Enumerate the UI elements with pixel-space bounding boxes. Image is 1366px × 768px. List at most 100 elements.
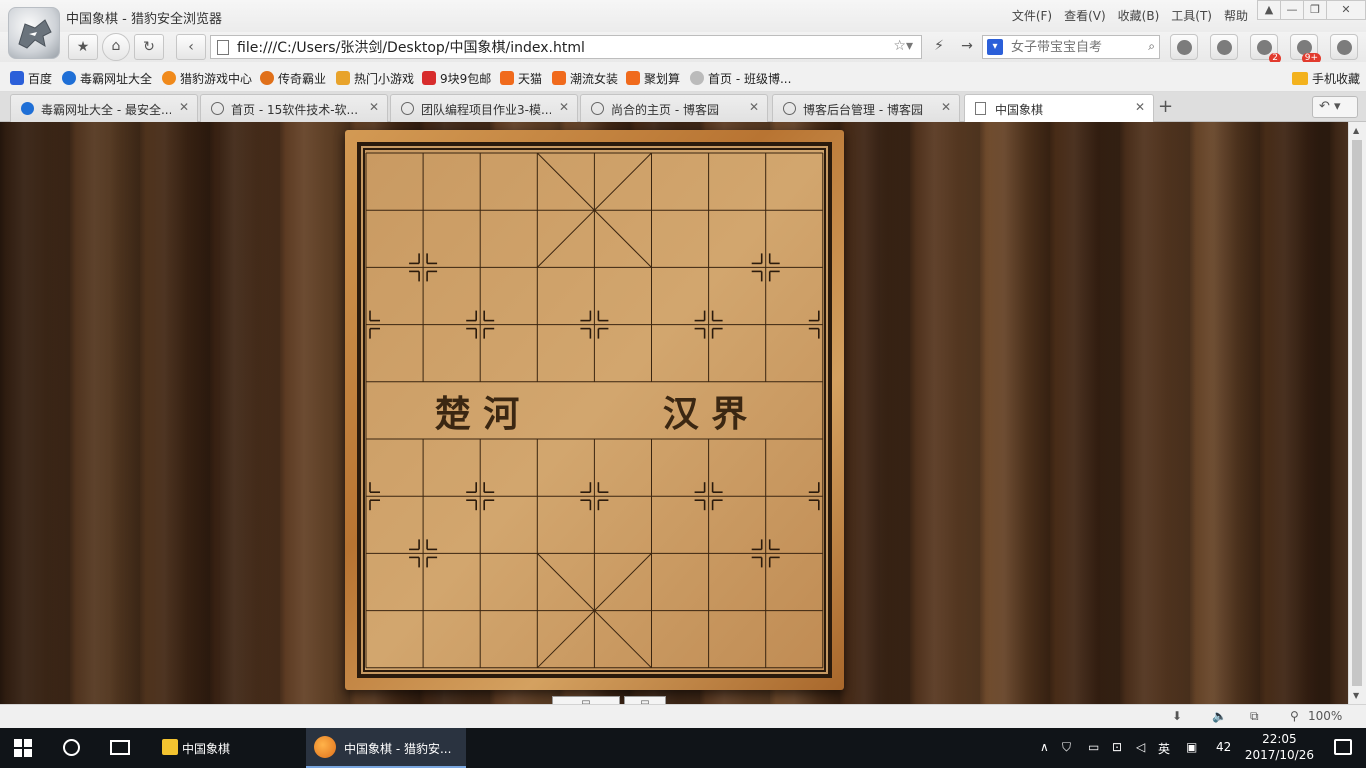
scroll-up-icon[interactable]: ▲ (1353, 126, 1359, 135)
minimize-button[interactable]: — (1280, 0, 1304, 20)
scroll-thumb[interactable] (1352, 140, 1362, 686)
close-window-button[interactable]: ✕ (1326, 0, 1366, 20)
game-icon[interactable]: 9+ (1290, 34, 1321, 64)
forward-icon[interactable]: → (952, 34, 982, 60)
tab-software[interactable]: 首页 - 15软件技术-软... ✕ (200, 94, 388, 122)
bookmark-item[interactable]: 聚划算 (626, 70, 680, 87)
menu-icon[interactable] (1330, 34, 1358, 60)
zoom-level[interactable]: 100% (1308, 709, 1342, 723)
bookmark-item[interactable]: 传奇霸业 (260, 70, 326, 87)
url-input[interactable] (237, 38, 877, 56)
tab-blog-admin[interactable]: 博客后台管理 - 博客园 ✕ (772, 94, 960, 122)
search-input[interactable] (1011, 38, 1135, 56)
battery-icon[interactable]: ▭ (1088, 740, 1099, 754)
close-tab-icon[interactable]: ✕ (1135, 100, 1145, 114)
bookmark-item[interactable]: 毒霸网址大全 (62, 70, 152, 87)
bookmark-item[interactable]: 热门小游戏 (336, 70, 414, 87)
scroll-down-icon[interactable]: ▼ (1353, 691, 1359, 700)
close-tab-icon[interactable]: ✕ (941, 100, 951, 114)
cortana-icon[interactable] (63, 739, 80, 756)
system-clock[interactable]: 22:05 2017/10/26 (1245, 731, 1314, 763)
show-hidden-icons[interactable]: ∧ (1040, 740, 1049, 754)
folder-icon (162, 739, 178, 755)
zoom-icon[interactable]: ⚲ (1290, 709, 1299, 723)
network-icon[interactable]: ⊡ (1112, 740, 1122, 754)
tab-shanghe[interactable]: 尚合的主页 - 博客园 ✕ (580, 94, 768, 122)
window-title: 中国象棋 - 猎豹安全浏览器 (66, 12, 222, 27)
cnblogs-icon (690, 71, 704, 85)
bookmark-item[interactable]: 天猫 (500, 70, 542, 87)
skin-button[interactable]: ▲ (1257, 0, 1281, 20)
cnblogs-icon (401, 102, 414, 115)
start-button[interactable]: ▭ (552, 696, 620, 704)
bookmark-item[interactable]: 潮流女装 (552, 70, 618, 87)
browser-logo-icon[interactable] (8, 7, 60, 59)
close-tab-icon[interactable]: ✕ (369, 100, 379, 114)
menu-favorites[interactable]: 收藏(B) (1118, 7, 1160, 24)
kingsoft-icon[interactable] (1170, 34, 1198, 60)
refresh-icon[interactable]: ↻ (134, 34, 164, 60)
baidu-paw-icon[interactable]: ▾ (987, 39, 1003, 55)
tray-counter[interactable]: 42 (1216, 740, 1231, 754)
lightning-icon[interactable]: ⚡ (924, 34, 954, 60)
cheetah-game-icon (162, 71, 176, 85)
close-tab-icon[interactable]: ✕ (179, 100, 189, 114)
taskbar-item-browser[interactable]: 中国象棋 - 猎豹安... (306, 728, 466, 768)
home-icon[interactable]: ⌂ (102, 33, 130, 61)
title-bar: 中国象棋 - 猎豹安全浏览器 文件(F) 查看(V) 收藏(B) 工具(T) 帮… (0, 0, 1366, 32)
ime-indicator[interactable]: 英 (1158, 740, 1170, 757)
bookmark-item[interactable]: 猎豹游戏中心 (162, 70, 252, 87)
taskbar-item-folder[interactable]: 中国象棋 (152, 728, 302, 768)
menu-file[interactable]: 文件(F) (1012, 7, 1052, 24)
reset-button[interactable]: ▭ (624, 696, 666, 704)
folder-icon (1291, 72, 1308, 85)
river-right-label: 汉 界 (663, 393, 748, 435)
mobile-favorites[interactable]: 手机收藏 (1291, 70, 1360, 87)
bookmarks-bar: 百度 毒霸网址大全 猎豹游戏中心 传奇霸业 热门小游戏 9块9包邮 天猫 潮流女… (0, 62, 1366, 92)
bookmark-dropdown-icon[interactable]: ☆▾ (893, 38, 913, 54)
shield-icon[interactable]: ⛉ (1062, 740, 1071, 755)
volume-icon[interactable]: 🔈 (1212, 709, 1227, 723)
favorite-star-icon[interactable]: ★ (68, 34, 98, 60)
close-tab-icon[interactable]: ✕ (559, 100, 569, 114)
search-icon[interactable]: ⌕ (1148, 39, 1155, 54)
cnblogs-icon (783, 102, 796, 115)
screenshot-icon[interactable]: ⧉ (1250, 709, 1259, 724)
bookmark-item[interactable]: 百度 (10, 70, 52, 87)
back-icon[interactable]: ‹ (176, 34, 206, 60)
task-view-icon[interactable] (110, 740, 130, 755)
window-controls: ▲ — ❐ ✕ (1257, 0, 1366, 20)
bookmark-item[interactable]: 9块9包邮 (422, 70, 491, 87)
tab-chinese-chess[interactable]: 中国象棋 ✕ (964, 94, 1154, 123)
tmall-icon (500, 71, 514, 85)
menu-help[interactable]: 帮助 (1224, 7, 1248, 24)
lock-icon[interactable] (1210, 34, 1238, 60)
search-box[interactable]: ▾ ⌕ (982, 35, 1160, 59)
new-tab-icon[interactable]: + (1158, 96, 1173, 117)
duba-icon (62, 71, 76, 85)
status-bar: ⬇ 🔈 ⧉ ⚲ 100% (0, 704, 1366, 728)
tab-duba[interactable]: 毒霸网址大全 - 最安全... ✕ (10, 94, 198, 122)
vertical-scrollbar[interactable]: ▲ ▼ (1348, 122, 1366, 704)
input-method-icon[interactable]: ▣ (1186, 740, 1197, 754)
address-bar[interactable]: ☆▾ (210, 35, 922, 59)
close-tab-icon[interactable]: ✕ (749, 100, 759, 114)
download-status-icon[interactable]: ⬇ (1172, 709, 1182, 723)
tab-team-project[interactable]: 团队编程项目作业3-模... ✕ (390, 94, 578, 122)
speaker-icon[interactable]: ◁ (1136, 740, 1145, 754)
windows-start-icon[interactable] (14, 739, 32, 757)
menu-tools[interactable]: 工具(T) (1171, 7, 1212, 24)
cnblogs-icon (211, 102, 224, 115)
baidu-icon (10, 71, 24, 85)
page-icon (975, 102, 986, 115)
undo-close-tab-icon[interactable]: ↶ ▾ (1312, 96, 1358, 118)
taskbar: 中国象棋 中国象棋 - 猎豹安... ∧ ⛉ ▭ ⊡ ◁ 英 ▣ 42 22:0… (0, 728, 1366, 768)
restore-button[interactable]: ❐ (1303, 0, 1327, 20)
bookmark-item[interactable]: 首页 - 班级博... (690, 70, 791, 87)
notification-center-icon[interactable] (1334, 739, 1352, 755)
download-icon[interactable]: 2 (1250, 34, 1281, 64)
page-icon (217, 40, 229, 55)
chess-board[interactable]: 楚 河 汉 界 (345, 130, 844, 690)
menu-view[interactable]: 查看(V) (1064, 7, 1106, 24)
tab-strip: 毒霸网址大全 - 最安全... ✕ 首页 - 15软件技术-软... ✕ 团队编… (0, 92, 1366, 123)
